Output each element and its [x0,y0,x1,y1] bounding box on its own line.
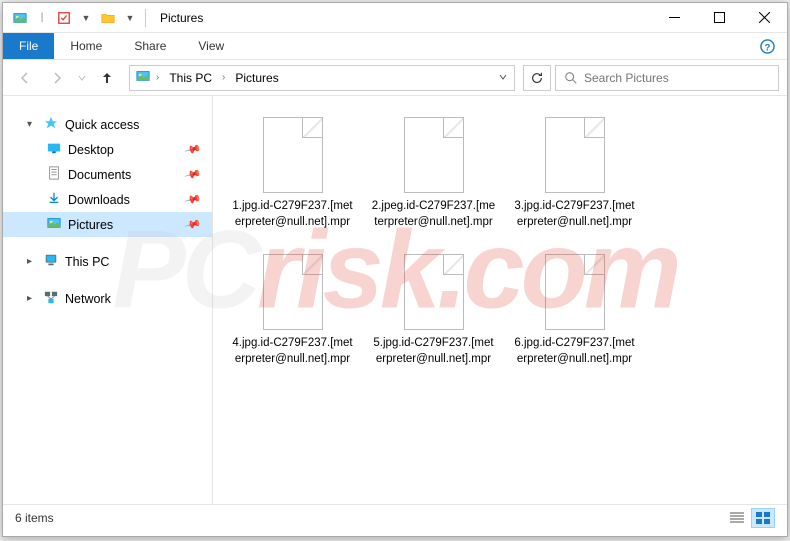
sidebar-item-downloads[interactable]: Downloads 📌 [3,187,212,212]
window-controls [652,3,787,33]
ribbon: File Home Share View ? [3,33,787,60]
file-item[interactable]: 3.jpg.id-C279F237.[meterpreter@null.net]… [507,108,642,239]
content-area: ▾ Quick access Desktop 📌 Documents 📌 Dow… [3,96,787,504]
close-button[interactable] [742,3,787,33]
item-count: 6 items [15,511,54,525]
chevron-right-icon[interactable]: ▸ [27,293,37,304]
sidebar-network[interactable]: ▸ Network [3,286,212,311]
refresh-button[interactable] [523,65,551,91]
back-button[interactable] [11,64,39,92]
file-icon [399,254,469,330]
search-box[interactable] [555,65,779,91]
desktop-icon [47,141,61,158]
file-icon [540,117,610,193]
file-item[interactable]: 2.jpeg.id-C279F237.[meterpreter@null.net… [366,108,501,239]
app-icon [11,9,29,27]
pictures-icon [136,69,150,86]
chevron-right-icon[interactable]: › [222,72,225,83]
forward-button[interactable] [43,64,71,92]
sidebar-item-label: Pictures [68,218,179,232]
navbar: › This PC › Pictures [3,60,787,96]
file-name: 1.jpg.id-C279F237.[meterpreter@null.net]… [230,199,355,230]
file-icon [258,254,328,330]
file-icon [258,117,328,193]
sidebar-item-label: Desktop [68,143,179,157]
sidebar-item-label: Documents [68,168,179,182]
separator-icon: | [33,9,51,27]
file-item[interactable]: 4.jpg.id-C279F237.[meterpreter@null.net]… [225,245,360,376]
file-icon [399,117,469,193]
titlebar: | ▼ ▼ Pictures [3,3,787,33]
explorer-window: | ▼ ▼ Pictures File Home Sh [2,2,788,537]
file-item[interactable]: 5.jpg.id-C279F237.[meterpreter@null.net]… [366,245,501,376]
pin-icon: 📌 [184,190,202,208]
svg-text:?: ? [765,42,771,52]
file-icon [540,254,610,330]
sidebar-item-documents[interactable]: Documents 📌 [3,162,212,187]
thumbnails-view-button[interactable] [751,508,775,528]
chevron-down-icon[interactable] [498,71,508,85]
window-title: Pictures [160,11,203,25]
file-tab[interactable]: File [3,33,54,59]
sidebar-quick-access[interactable]: ▾ Quick access [3,112,212,137]
pictures-icon [47,216,61,233]
minimize-button[interactable] [652,3,697,33]
search-icon [564,71,578,85]
up-button[interactable] [93,64,121,92]
pin-icon: 📌 [184,165,202,183]
file-name: 4.jpg.id-C279F237.[meterpreter@null.net]… [230,336,355,367]
view-switcher [725,508,775,528]
computer-icon [44,253,58,270]
breadcrumb-pictures[interactable]: Pictures [231,69,282,87]
maximize-button[interactable] [697,3,742,33]
sidebar-item-label: Downloads [68,193,179,207]
properties-icon[interactable] [55,9,73,27]
files-pane[interactable]: 1.jpg.id-C279F237.[meterpreter@null.net]… [213,96,787,504]
sidebar-item-label: Quick access [65,118,200,132]
file-name: 6.jpg.id-C279F237.[meterpreter@null.net]… [512,336,637,367]
tab-share[interactable]: Share [118,33,182,59]
chevron-down-icon[interactable]: ▾ [27,119,37,130]
file-name: 5.jpg.id-C279F237.[meterpreter@null.net]… [371,336,496,367]
file-name: 2.jpeg.id-C279F237.[meterpreter@null.net… [371,199,496,230]
chevron-down-icon[interactable]: ▼ [77,9,95,27]
sidebar-item-desktop[interactable]: Desktop 📌 [3,137,212,162]
sidebar-item-label: This PC [65,255,200,269]
pin-icon: 📌 [184,140,202,158]
file-item[interactable]: 1.jpg.id-C279F237.[meterpreter@null.net]… [225,108,360,239]
tab-view[interactable]: View [182,33,240,59]
divider [145,9,146,27]
tab-home[interactable]: Home [54,33,118,59]
statusbar: 6 items [3,504,787,530]
sidebar-this-pc[interactable]: ▸ This PC [3,249,212,274]
sidebar-item-label: Network [65,292,200,306]
search-input[interactable] [584,71,770,85]
breadcrumb-this-pc[interactable]: This PC [165,69,216,87]
sidebar-item-pictures[interactable]: Pictures 📌 [3,212,212,237]
file-name: 3.jpg.id-C279F237.[meterpreter@null.net]… [512,199,637,230]
address-bar[interactable]: › This PC › Pictures [129,65,515,91]
details-view-button[interactable] [725,508,749,528]
downloads-icon [47,191,61,208]
star-icon [44,116,58,133]
pin-icon: 📌 [184,215,202,233]
help-button[interactable]: ? [748,33,787,59]
recent-dropdown[interactable] [75,64,89,92]
nav-tree: ▾ Quick access Desktop 📌 Documents 📌 Dow… [3,96,213,504]
chevron-right-icon[interactable]: ▸ [27,256,37,267]
chevron-right-icon[interactable]: › [156,72,159,83]
chevron-down-icon[interactable]: ▼ [121,9,139,27]
quick-access-toolbar: | ▼ ▼ [3,9,139,27]
documents-icon [47,166,61,183]
folder-icon[interactable] [99,9,117,27]
file-item[interactable]: 6.jpg.id-C279F237.[meterpreter@null.net]… [507,245,642,376]
network-icon [44,290,58,307]
